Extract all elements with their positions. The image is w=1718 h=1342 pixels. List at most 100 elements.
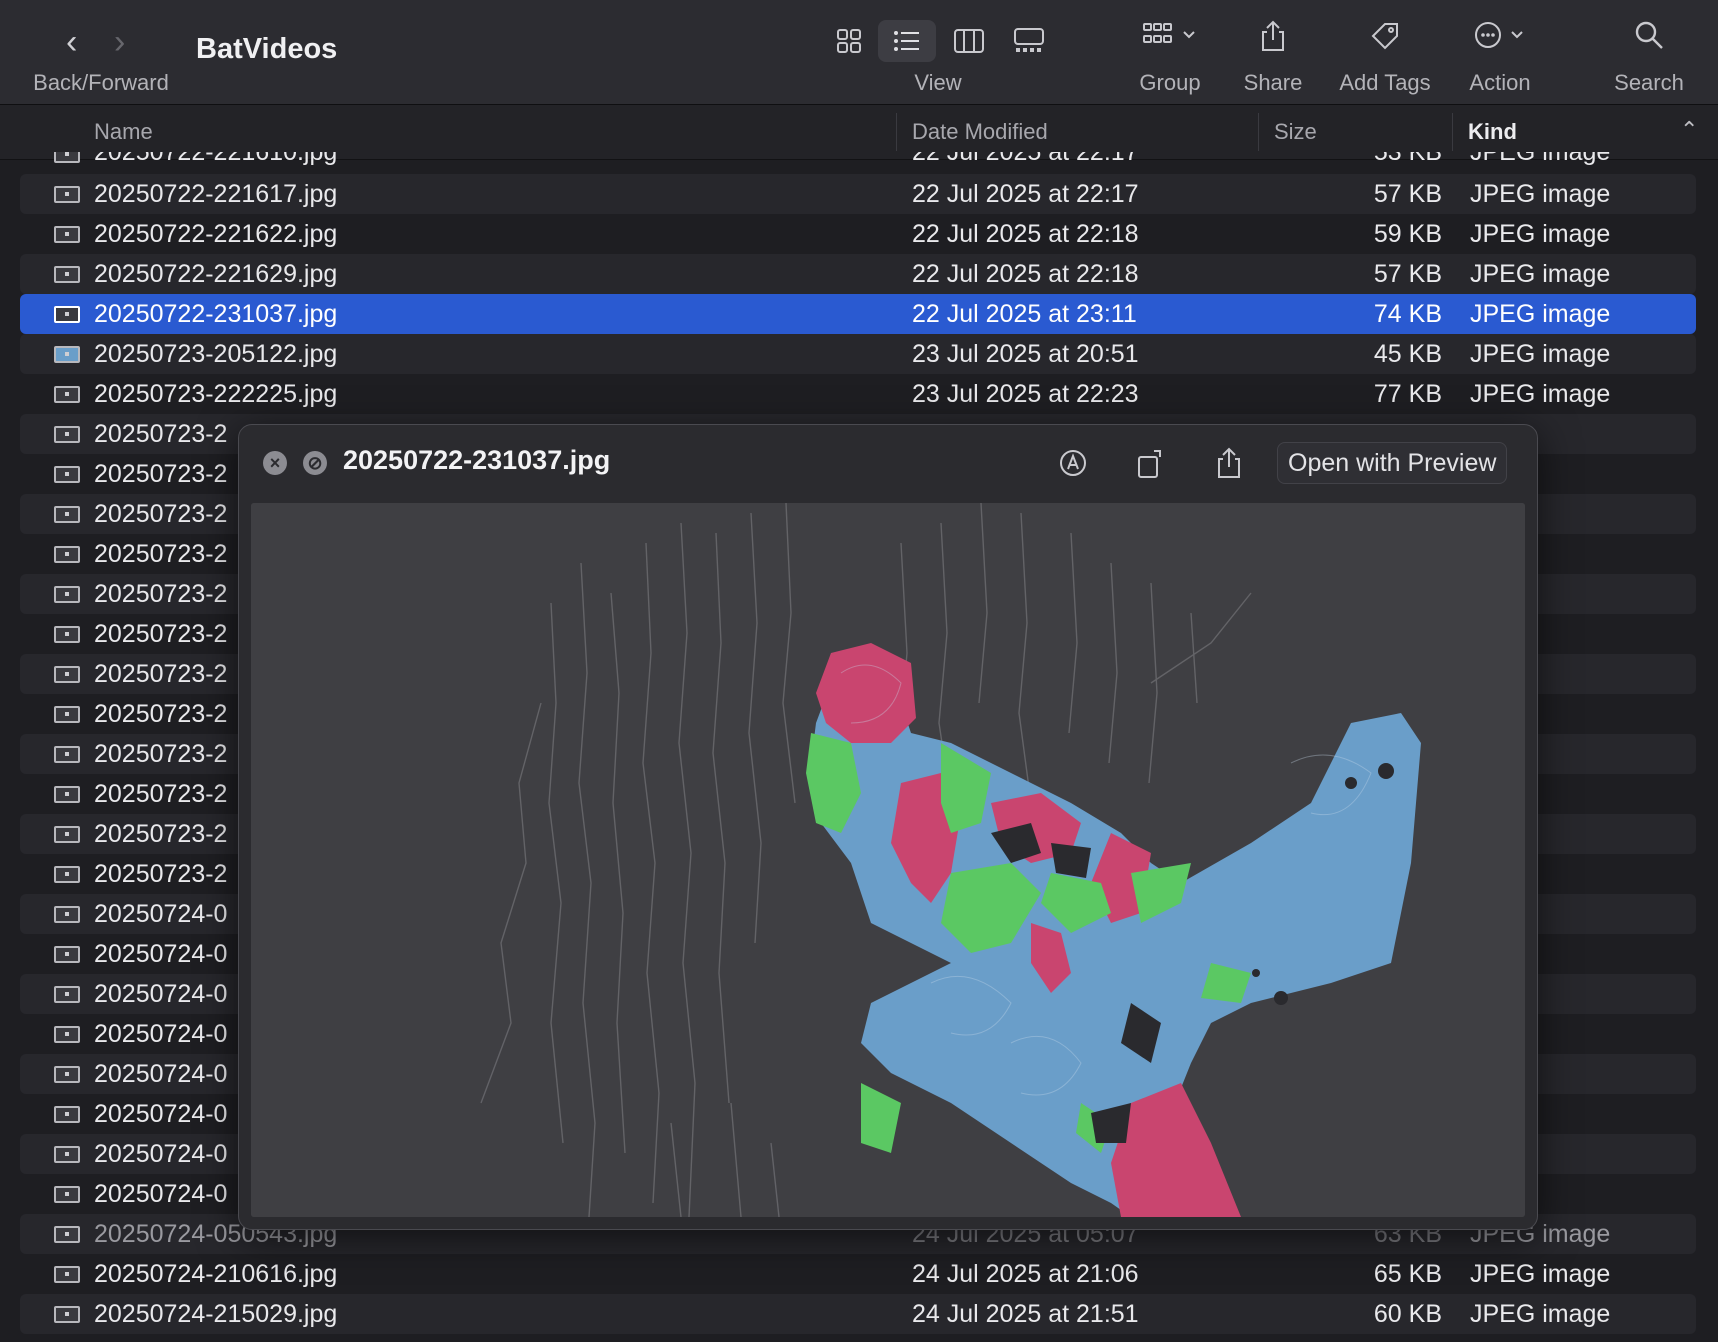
jpeg-file-icon (54, 626, 80, 643)
jpeg-file-icon (54, 546, 80, 563)
file-name: 20250723-2 (94, 660, 228, 688)
file-name: 20250722-221617.jpg (94, 180, 338, 208)
table-row[interactable]: 20250722-221622.jpg 22 Jul 2025 at 22:18… (20, 214, 1696, 254)
table-row[interactable]: 20250723-222225.jpg 23 Jul 2025 at 22:23… (20, 374, 1696, 414)
quick-look-window[interactable]: × ⊘ 20250722-231037.jpg Open with Previe… (238, 424, 1538, 1230)
file-name: 20250722-221629.jpg (94, 260, 338, 288)
view-switcher[interactable] (820, 20, 1050, 62)
file-name: 20250723-2 (94, 420, 228, 448)
list-view-button[interactable] (878, 20, 936, 62)
forward-icon[interactable]: › (114, 22, 125, 62)
file-date: 24 Jul 2025 at 21:51 (912, 1300, 1139, 1328)
column-view-button[interactable] (940, 20, 998, 62)
back-icon[interactable]: ‹ (66, 22, 77, 62)
share-icon[interactable] (1209, 443, 1249, 483)
file-name: 20250723-205122.jpg (94, 340, 338, 368)
fullscreen-icon[interactable]: ⊘ (303, 451, 327, 475)
table-row[interactable]: 20250723-205122.jpg 23 Jul 2025 at 20:51… (20, 334, 1696, 374)
file-kind: JPEG image (1470, 260, 1611, 288)
jpeg-file-icon (54, 826, 80, 843)
file-name: 20250724-0 (94, 900, 228, 928)
back-forward-buttons[interactable]: ‹ › (58, 22, 158, 62)
file-name: 20250724-0 (94, 980, 228, 1008)
file-name: 20250724-210616.jpg (94, 1260, 338, 1288)
size-column-header[interactable]: Size (1274, 119, 1317, 145)
column-divider[interactable] (1258, 113, 1259, 151)
file-date: 23 Jul 2025 at 22:23 (912, 380, 1139, 408)
action-button[interactable] (1458, 20, 1542, 60)
file-name: 20250724-0 (94, 1060, 228, 1088)
table-row-selected[interactable]: 20250722-231037.jpg 22 Jul 2025 at 23:11… (20, 294, 1696, 334)
sort-chevron-icon[interactable]: ⌃ (1680, 117, 1698, 143)
image-preview (251, 503, 1525, 1217)
file-date: 22 Jul 2025 at 23:11 (912, 300, 1137, 328)
gallery-view-button[interactable] (1000, 20, 1058, 62)
jpeg-file-icon (54, 1186, 80, 1203)
file-date: 22 Jul 2025 at 22:17 (912, 180, 1139, 208)
file-name: 20250723-222225.jpg (94, 380, 338, 408)
rotate-icon[interactable] (1131, 443, 1171, 483)
jpeg-file-icon (54, 666, 80, 683)
name-column-header[interactable]: Name (94, 119, 153, 145)
file-kind: JPEG image (1470, 180, 1611, 208)
share-icon (1228, 20, 1318, 60)
column-divider[interactable] (1452, 113, 1453, 151)
table-row[interactable]: 20250722-221629.jpg 22 Jul 2025 at 22:18… (20, 254, 1696, 294)
jpeg-file-icon (54, 1306, 80, 1323)
jpeg-file-icon (54, 746, 80, 763)
file-name: 20250724-0 (94, 1020, 228, 1048)
file-name: 20250723-2 (94, 460, 228, 488)
file-size: 74 KB (1373, 300, 1442, 328)
group-button[interactable] (1130, 20, 1210, 60)
action-icon (1458, 20, 1542, 60)
file-name: 20250723-2 (94, 700, 228, 728)
file-size: 65 KB (1373, 1260, 1442, 1288)
file-date: 24 Jul 2025 at 21:06 (912, 1260, 1139, 1288)
jpeg-file-icon (54, 1106, 80, 1123)
jpeg-file-icon (54, 706, 80, 723)
action-text: Action (1469, 70, 1531, 95)
jpeg-file-icon (54, 266, 80, 283)
file-date: 22 Jul 2025 at 22:18 (912, 260, 1139, 288)
close-icon[interactable]: × (263, 451, 287, 475)
action-label: Action (1458, 70, 1542, 96)
file-name: 20250723-2 (94, 740, 228, 768)
search-label: Search (1606, 70, 1692, 96)
file-kind: JPEG image (1470, 1260, 1611, 1288)
file-size: 60 KB (1373, 1300, 1442, 1328)
grid-icon (837, 29, 861, 53)
file-name: 20250724-215029.jpg (94, 1300, 338, 1328)
column-divider[interactable] (896, 113, 897, 151)
file-name: 20250723-2 (94, 860, 228, 888)
share-text: Share (1243, 70, 1303, 95)
add-tags-button[interactable] (1330, 20, 1440, 60)
back-forward-label: Back/Forward (26, 70, 176, 96)
file-size: 45 KB (1373, 340, 1442, 368)
table-row[interactable]: 20250722-221617.jpg 22 Jul 2025 at 22:17… (20, 174, 1696, 214)
group-icon (1130, 20, 1210, 60)
share-button[interactable] (1228, 20, 1318, 60)
date-column-header[interactable]: Date Modified (912, 119, 1048, 145)
file-name: 20250723-2 (94, 620, 228, 648)
table-row[interactable]: 20250724-215029.jpg 24 Jul 2025 at 21:51… (20, 1294, 1696, 1334)
icon-view-button[interactable] (820, 20, 878, 62)
table-row[interactable]: 20250722-221610.jpg 22 Jul 2025 at 22:17… (20, 152, 1696, 174)
jpeg-file-icon (54, 186, 80, 203)
jpeg-file-icon (54, 786, 80, 803)
open-with-preview-button[interactable]: Open with Preview (1277, 442, 1508, 484)
file-kind: JPEG image (1470, 300, 1611, 328)
group-text: Group (1139, 70, 1201, 95)
window-title: BatVideos (196, 33, 338, 65)
jpeg-file-icon (54, 1146, 80, 1163)
search-button[interactable] (1606, 20, 1692, 60)
file-name: 20250723-2 (94, 820, 228, 848)
share-label: Share (1228, 70, 1318, 96)
bat-thermal-image (251, 503, 1525, 1217)
file-name: 20250723-2 (94, 540, 228, 568)
file-kind: JPEG image (1470, 220, 1611, 248)
kind-column-header[interactable]: Kind (1468, 119, 1517, 145)
file-name: 20250722-221610.jpg (94, 152, 338, 166)
table-row[interactable]: 20250724-210616.jpg 24 Jul 2025 at 21:06… (20, 1254, 1696, 1294)
markup-icon[interactable] (1053, 443, 1093, 483)
jpeg-file-icon (54, 306, 80, 323)
